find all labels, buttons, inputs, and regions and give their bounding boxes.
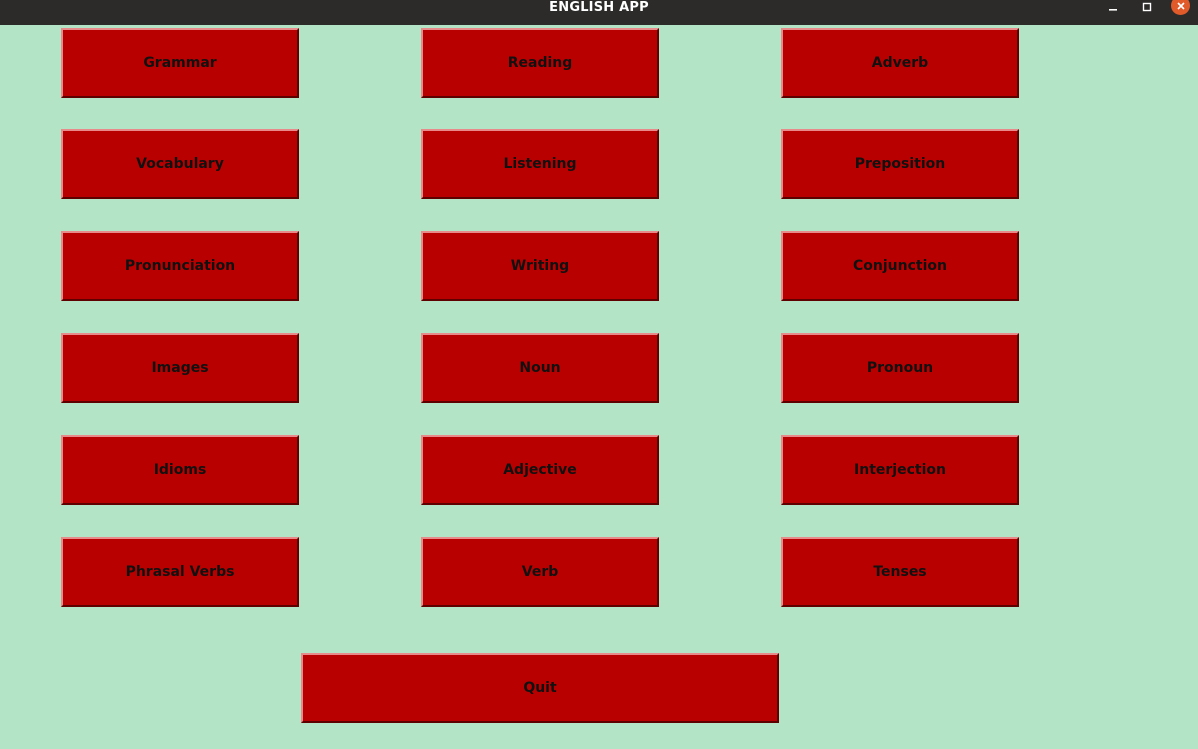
adjective-button[interactable]: Adjective bbox=[421, 435, 659, 505]
interjection-button[interactable]: Interjection bbox=[781, 435, 1019, 505]
close-icon bbox=[1176, 1, 1185, 10]
listening-button[interactable]: Listening bbox=[421, 129, 659, 199]
conjunction-button[interactable]: Conjunction bbox=[781, 231, 1019, 301]
quit-button[interactable]: Quit bbox=[301, 653, 779, 723]
maximize-button[interactable] bbox=[1136, 0, 1158, 14]
images-button[interactable]: Images bbox=[61, 333, 299, 403]
preposition-button[interactable]: Preposition bbox=[781, 129, 1019, 199]
reading-button[interactable]: Reading bbox=[421, 28, 659, 98]
vocabulary-button[interactable]: Vocabulary bbox=[61, 129, 299, 199]
adverb-button[interactable]: Adverb bbox=[781, 28, 1019, 98]
grammar-button[interactable]: Grammar bbox=[61, 28, 299, 98]
pronunciation-button[interactable]: Pronunciation bbox=[61, 231, 299, 301]
noun-button[interactable]: Noun bbox=[421, 333, 659, 403]
maximize-icon bbox=[1142, 2, 1152, 12]
verb-button[interactable]: Verb bbox=[421, 537, 659, 607]
pronoun-button[interactable]: Pronoun bbox=[781, 333, 1019, 403]
window-title: ENGLISH APP bbox=[549, 0, 649, 15]
tenses-button[interactable]: Tenses bbox=[781, 537, 1019, 607]
idioms-button[interactable]: Idioms bbox=[61, 435, 299, 505]
minimize-button[interactable] bbox=[1102, 0, 1124, 14]
title-bar: ENGLISH APP bbox=[0, 0, 1198, 25]
app-window: ENGLISH APP Grammar Vocabulary Pronuncia… bbox=[0, 0, 1198, 749]
writing-button[interactable]: Writing bbox=[421, 231, 659, 301]
phrasal-verbs-button[interactable]: Phrasal Verbs bbox=[61, 537, 299, 607]
minimize-icon bbox=[1109, 9, 1117, 11]
